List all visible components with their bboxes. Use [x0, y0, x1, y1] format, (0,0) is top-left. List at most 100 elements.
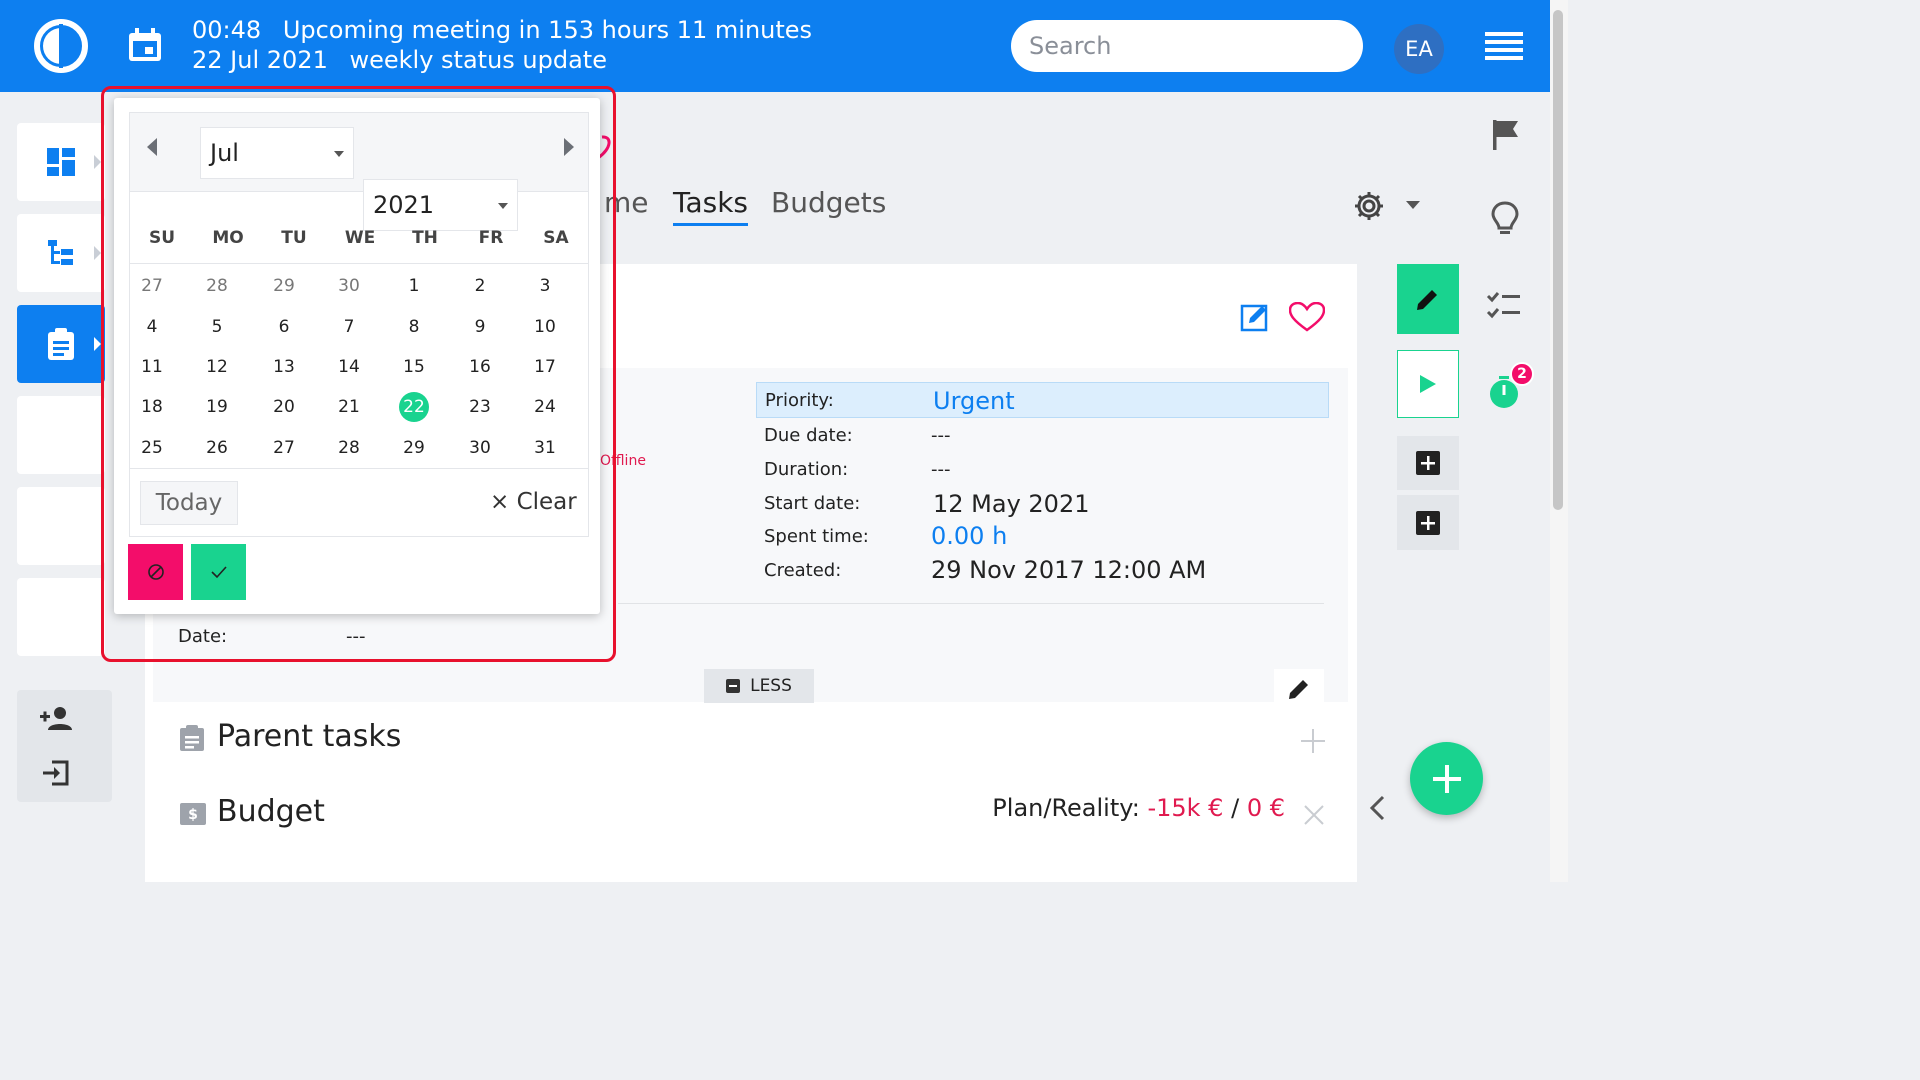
meeting-date: 22 Jul 2021 [192, 46, 328, 74]
search-input[interactable] [1011, 20, 1363, 72]
datepicker-day[interactable]: 23 [460, 393, 500, 421]
flag-icon[interactable] [1491, 118, 1521, 152]
month-select[interactable]: Jul [200, 127, 354, 179]
datepicker-day[interactable]: 1 [394, 272, 434, 300]
sidebar-item-dashboard[interactable] [17, 123, 105, 201]
datepicker-day[interactable]: 29 [264, 272, 304, 300]
edit-description-button[interactable] [1274, 669, 1324, 709]
start-date-label: Start date: [764, 493, 861, 514]
sidebar-item-empty-2[interactable] [17, 487, 105, 565]
sidebar-item-tasks[interactable] [17, 305, 105, 383]
tab-tasks[interactable]: Tasks [673, 186, 749, 226]
expand-caret-icon [94, 246, 101, 260]
datepicker-day[interactable]: 27 [132, 272, 172, 300]
datepicker-day[interactable]: 16 [460, 353, 500, 381]
add-item-button-2[interactable] [1397, 495, 1459, 550]
chevron-down-icon[interactable] [1406, 201, 1420, 209]
priority-value[interactable]: Urgent [933, 387, 1015, 415]
favorite-heart-fragment-icon [598, 135, 611, 160]
datepicker-day[interactable]: 3 [525, 272, 565, 300]
start-date-value[interactable]: 12 May 2021 [933, 490, 1090, 518]
add-parent-task-icon[interactable] [1300, 728, 1326, 754]
datepicker-day[interactable]: 9 [460, 313, 500, 341]
datepicker-day[interactable]: 7 [329, 313, 369, 341]
cancel-button[interactable] [128, 544, 183, 600]
datepicker-day[interactable]: 24 [525, 393, 565, 421]
datepicker-day[interactable]: 14 [329, 353, 369, 381]
datepicker-day[interactable]: 21 [329, 393, 369, 421]
meeting-title: weekly status update [349, 46, 607, 74]
user-avatar[interactable]: EA [1394, 24, 1444, 74]
calendar-icon[interactable] [126, 26, 164, 64]
next-month-icon[interactable] [563, 137, 575, 157]
datepicker-day[interactable]: 2 [460, 272, 500, 300]
tree-structure-icon [48, 240, 73, 265]
favorite-heart-icon[interactable] [1289, 302, 1325, 332]
clear-button[interactable]: × Clear [490, 489, 577, 515]
datepicker-day[interactable]: 25 [132, 434, 172, 462]
weekday-saturday: SA [543, 228, 569, 248]
datepicker-day[interactable]: 5 [197, 313, 237, 341]
chevron-left-icon[interactable] [1368, 795, 1386, 821]
datepicker-day-selected[interactable]: 22 [399, 392, 429, 422]
lightbulb-icon[interactable] [1490, 200, 1520, 238]
priority-label: Priority: [765, 390, 834, 411]
less-button[interactable]: LESS [704, 669, 814, 703]
dropdown-arrow-icon [334, 151, 344, 157]
spent-time-value[interactable]: 0.00 h [931, 522, 1007, 550]
datepicker-day[interactable]: 4 [132, 313, 172, 341]
tab-budgets[interactable]: Budgets [771, 186, 886, 219]
today-button[interactable]: Today [140, 481, 238, 525]
previous-month-icon[interactable] [146, 137, 158, 157]
add-fab-button[interactable] [1410, 742, 1483, 815]
close-icon[interactable] [1303, 804, 1325, 826]
datepicker-day[interactable]: 31 [525, 434, 565, 462]
collapse-icon [726, 679, 741, 693]
weekday-monday: MO [212, 228, 244, 248]
edit-icon[interactable] [1240, 302, 1270, 332]
settings-gear-icon[interactable] [1352, 189, 1386, 223]
hamburger-menu-icon[interactable] [1485, 32, 1523, 60]
duration-label: Duration: [764, 459, 849, 480]
datepicker-day[interactable]: 20 [264, 393, 304, 421]
datepicker-day[interactable]: 30 [329, 272, 369, 300]
duration-value[interactable]: --- [931, 459, 951, 480]
start-timer-button[interactable] [1397, 350, 1459, 418]
datepicker-day[interactable]: 17 [525, 353, 565, 381]
sidebar-item-empty-3[interactable] [17, 578, 105, 656]
add-item-button-1[interactable] [1397, 436, 1459, 490]
add-user-icon[interactable] [40, 705, 72, 731]
datepicker-day[interactable]: 12 [197, 353, 237, 381]
sidebar-item-structure[interactable] [17, 214, 105, 292]
confirm-button[interactable] [191, 544, 246, 600]
datepicker-day[interactable]: 18 [132, 393, 172, 421]
add-square-icon [1416, 510, 1440, 535]
datepicker-day[interactable]: 8 [394, 313, 434, 341]
plan-reality-summary: Plan/Reality: -15k € / 0 € [992, 794, 1285, 822]
datepicker-day[interactable]: 29 [394, 434, 434, 462]
weekday-sunday: SU [148, 228, 176, 248]
checklist-icon[interactable] [1486, 290, 1522, 320]
scrollbar-thumb[interactable] [1553, 10, 1563, 510]
login-icon[interactable] [42, 760, 70, 786]
meeting-countdown[interactable]: 00:48 Upcoming meeting in 153 hours 11 m… [192, 16, 812, 44]
meeting-info[interactable]: 22 Jul 2021 weekly status update [192, 46, 607, 74]
datepicker-day[interactable]: 26 [197, 434, 237, 462]
app-logo-icon[interactable] [33, 18, 89, 74]
datepicker-day[interactable]: 30 [460, 434, 500, 462]
datepicker-day[interactable]: 28 [197, 272, 237, 300]
tab-time[interactable]: me [604, 186, 649, 219]
datepicker-day[interactable]: 10 [525, 313, 565, 341]
datepicker-day[interactable]: 19 [197, 393, 237, 421]
datepicker-day[interactable]: 28 [329, 434, 369, 462]
datepicker-day[interactable]: 11 [132, 353, 172, 381]
datepicker-days-grid: 27 28 29 30 1 2 3 4 5 6 7 8 9 10 11 12 13 14 15 16 17 18 19 20 2… [129, 264, 589, 469]
due-date-value[interactable]: --- [931, 425, 951, 446]
datepicker-day[interactable]: 15 [394, 353, 434, 381]
edit-task-button[interactable] [1397, 264, 1459, 334]
datepicker-day[interactable]: 13 [264, 353, 304, 381]
sidebar-item-empty-1[interactable] [17, 396, 105, 474]
datepicker-day[interactable]: 6 [264, 313, 304, 341]
datepicker-day[interactable]: 27 [264, 434, 304, 462]
date-value[interactable]: --- [346, 626, 366, 647]
